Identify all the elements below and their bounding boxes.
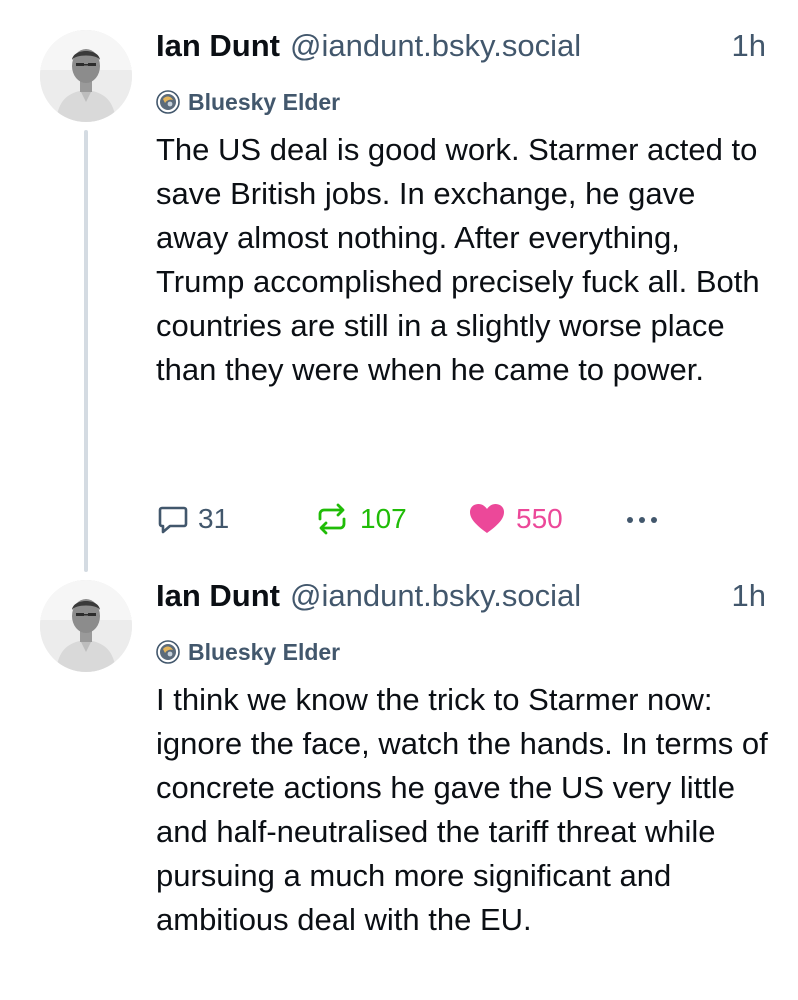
post[interactable]: Ian Dunt @iandunt.bsky.social 1h Bluesky… [0,560,798,1000]
more-options-button[interactable] [622,498,662,540]
repost-button[interactable]: 107 [314,498,407,540]
thread-connector-line [84,130,88,570]
badge-label: Bluesky Elder [188,88,341,115]
author-badge: Bluesky Elder [156,87,340,117]
avatar-photo-icon [40,580,132,672]
post-thread: Ian Dunt @iandunt.bsky.social 1h Bluesky… [0,0,798,1000]
repost-count: 107 [360,503,407,534]
post-text: I think we know the trick to Starmer now… [156,682,768,937]
badge-label: Bluesky Elder [188,638,341,665]
thread-connector-line [84,560,88,572]
elder-badge-icon [156,640,180,664]
post-timestamp[interactable]: 1h [732,578,766,614]
author-handle[interactable]: @iandunt.bsky.social [290,28,581,64]
post-header: Ian Dunt @iandunt.bsky.social 1h [156,578,766,618]
post-header: Ian Dunt @iandunt.bsky.social 1h [156,28,766,68]
like-count: 550 [516,503,563,534]
post-timestamp[interactable]: 1h [732,28,766,64]
reply-button[interactable]: 31 [156,498,229,540]
post[interactable]: Ian Dunt @iandunt.bsky.social 1h Bluesky… [0,0,798,570]
author-badge: Bluesky Elder [156,637,340,667]
like-button[interactable]: 550 [468,498,563,540]
elder-badge-icon [156,90,180,114]
post-actions: 31 107 550 [156,498,676,540]
ellipsis-icon [627,517,657,523]
author-display-name[interactable]: Ian Dunt [156,28,280,64]
post-text: The US deal is good work. Starmer acted … [156,132,760,387]
speech-bubble-icon [158,506,188,534]
avatar-photo-icon [40,30,132,122]
avatar[interactable] [40,580,132,672]
avatar[interactable] [40,30,132,122]
reply-count: 31 [198,503,230,534]
author-handle[interactable]: @iandunt.bsky.social [290,578,581,614]
heart-icon [470,504,504,533]
repost-arrows-icon [318,503,346,535]
author-display-name[interactable]: Ian Dunt [156,578,280,614]
